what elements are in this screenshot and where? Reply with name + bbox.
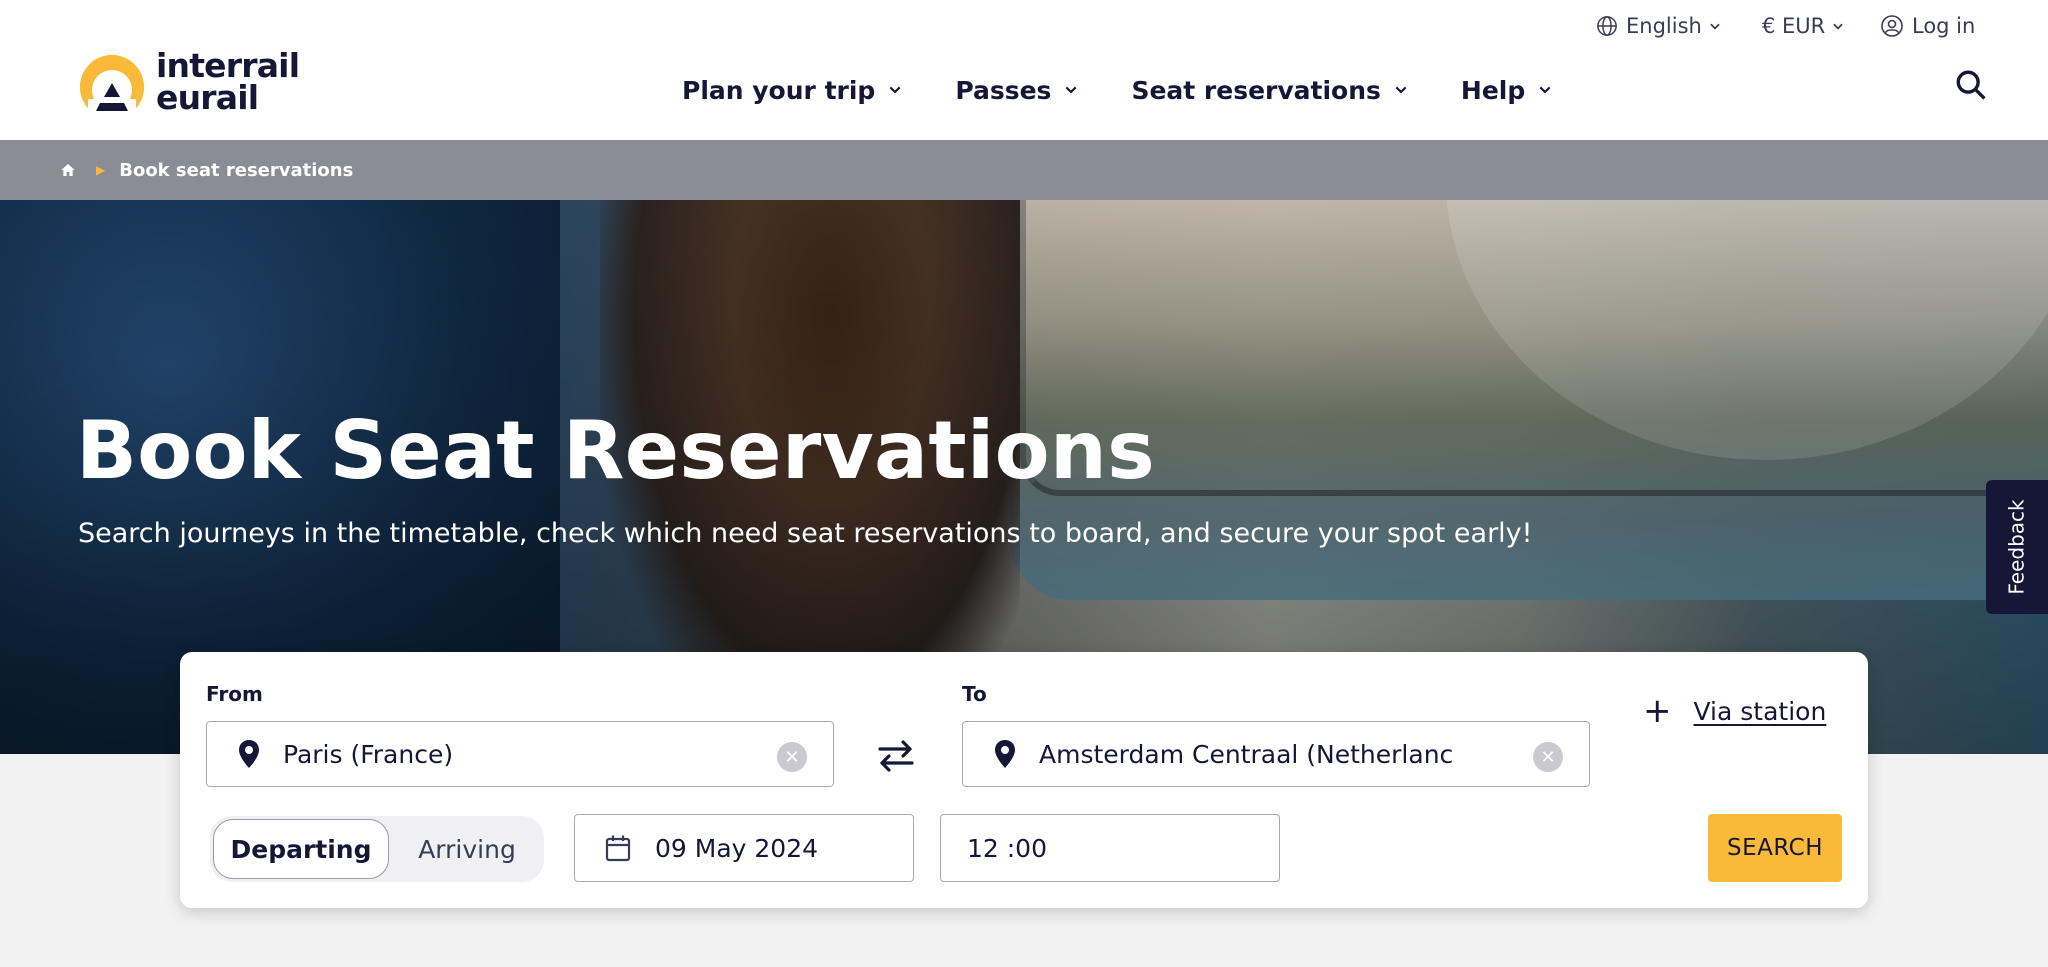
time-input[interactable]: 12 :00 (940, 814, 1280, 882)
chevron-down-icon (1539, 86, 1551, 94)
language-selector[interactable]: English (1596, 12, 1722, 40)
to-station-value: Amsterdam Centraal (Netherlanc (1039, 739, 1454, 769)
chevron-down-icon (1066, 86, 1077, 94)
login-link[interactable]: Log in (1880, 12, 1975, 40)
main-nav: Plan your trip Passes Seat reservations … (682, 74, 1605, 106)
site-search-button[interactable] (1954, 68, 1988, 102)
home-icon[interactable] (60, 162, 76, 178)
currency-selector[interactable]: € EUR (1762, 12, 1845, 40)
close-icon: ✕ (1540, 746, 1556, 768)
date-value: 09 May 2024 (655, 833, 819, 863)
nav-item-plan-your-trip[interactable]: Plan your trip (682, 76, 903, 105)
calendar-icon (605, 835, 631, 862)
departing-arriving-toggle: Departing Arriving (210, 816, 544, 882)
page-subtitle: Search journeys in the timetable, check … (78, 518, 1533, 549)
from-station-value: Paris (France) (283, 739, 454, 769)
to-station-input[interactable]: Amsterdam Centraal (Netherlanc ✕ (962, 721, 1590, 787)
clear-from-button[interactable]: ✕ (777, 742, 807, 772)
date-picker[interactable]: 09 May 2024 (574, 814, 914, 882)
breadcrumb-current: Book seat reservations (119, 159, 354, 181)
location-pin-icon (995, 740, 1015, 768)
brand-line-2: eurail (156, 78, 259, 117)
nav-item-help[interactable]: Help (1461, 76, 1553, 105)
via-station-label: Via station (1693, 696, 1827, 726)
from-station-input[interactable]: Paris (France) ✕ (206, 721, 834, 787)
interrail-eurail-logo[interactable]: interrail eurail (78, 49, 318, 118)
swap-stations-icon[interactable] (874, 736, 918, 776)
plus-icon: + (1643, 691, 1672, 731)
breadcrumb: ▶ Book seat reservations (0, 140, 2048, 200)
add-via-station-button[interactable]: + Via station (1643, 691, 1827, 731)
nav-label: Help (1460, 75, 1526, 105)
login-label: Log in (1912, 14, 1976, 38)
globe-icon (1597, 16, 1617, 36)
to-label: To (962, 682, 987, 706)
currency-label: € EUR (1762, 14, 1826, 38)
chevron-right-icon: ▶ (96, 163, 106, 177)
from-label: From (206, 682, 263, 706)
logo-icon (80, 55, 144, 117)
user-circle-icon (1881, 15, 1903, 37)
feedback-label: Feedback (2005, 499, 2029, 595)
search-button[interactable]: SEARCH (1708, 814, 1842, 882)
nav-item-passes[interactable]: Passes (955, 76, 1079, 105)
chevron-down-icon (1710, 23, 1720, 30)
nav-item-seat-reservations[interactable]: Seat reservations (1131, 76, 1408, 105)
feedback-tab[interactable]: Feedback (1986, 480, 2048, 614)
nav-label: Seat reservations (1131, 75, 1381, 105)
nav-label: Plan your trip (682, 75, 876, 105)
logo-wordmark: interrail eurail (156, 49, 300, 117)
time-value: 12 :00 (967, 833, 1047, 863)
chevron-down-icon (889, 86, 901, 94)
arriving-option[interactable]: Arriving (392, 819, 542, 879)
page-title: Book Seat Reservations (76, 404, 1156, 497)
departing-option[interactable]: Departing (213, 819, 389, 879)
search-icon (1956, 70, 1986, 100)
nav-label: Passes (955, 75, 1052, 105)
site-header: interrail eurail English € EUR Log in Pl… (0, 0, 2048, 140)
journey-search-form: From Paris (France) ✕ To Amsterdam Centr… (180, 652, 1868, 908)
chevron-down-icon (1833, 23, 1843, 30)
language-label: English (1626, 14, 1702, 38)
clear-to-button[interactable]: ✕ (1533, 742, 1563, 772)
chevron-down-icon (1395, 86, 1407, 94)
location-pin-icon (239, 740, 259, 768)
close-icon: ✕ (784, 746, 800, 768)
